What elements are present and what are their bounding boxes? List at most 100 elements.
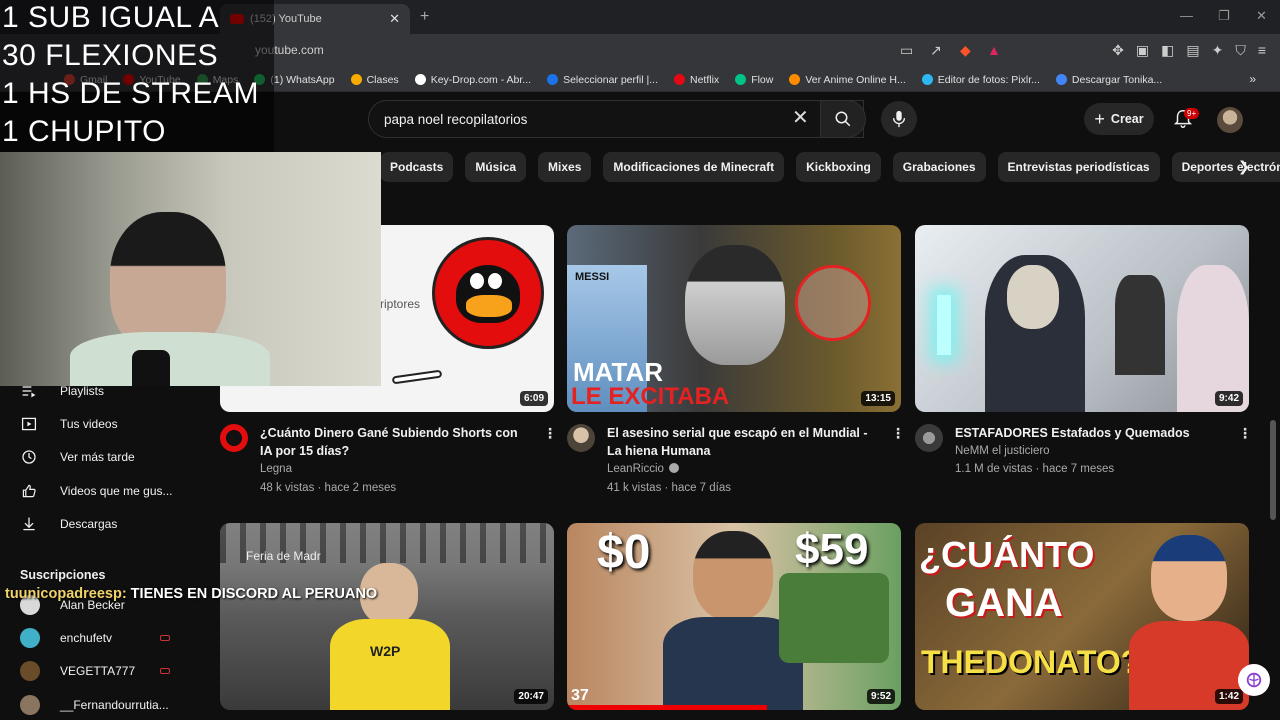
reader-mode-icon[interactable]: ▣: [1136, 42, 1149, 59]
voice-search-button[interactable]: [881, 101, 917, 137]
channel-avatar[interactable]: [567, 424, 595, 452]
sidebar-item[interactable]: Videos que me gus...: [20, 481, 173, 501]
filter-chip[interactable]: Kickboxing: [796, 152, 881, 182]
plus-icon: +: [1094, 108, 1105, 129]
page-scrollbar[interactable]: [1270, 420, 1276, 520]
bookmark-item[interactable]: Editor de fotos: Pixlr...: [921, 73, 1040, 86]
filter-chips-bar: Podcasts Música Mixes Modificaciones de Min…: [380, 152, 1280, 182]
channel-avatar[interactable]: [220, 424, 248, 452]
thumb-6-line-2: GANA: [945, 581, 1063, 625]
sidebar-item-label: Playlists: [60, 384, 105, 398]
menu-icon[interactable]: ≡: [1258, 42, 1266, 59]
ai-assistant-icon[interactable]: ✦: [1212, 42, 1224, 59]
filter-chip[interactable]: Podcasts: [380, 152, 454, 182]
subscription-item[interactable]: __Fernandourrutia...: [20, 694, 169, 716]
channel-name[interactable]: Legna: [260, 463, 292, 475]
bookmark-label: Editor de fotos: Pixlr...: [937, 73, 1040, 86]
filter-chip[interactable]: Entrevistas periodísticas: [997, 152, 1160, 182]
bookmark-label: Netflix: [690, 73, 720, 86]
live-indicator-icon: [160, 668, 170, 674]
video-channel[interactable]: NeMM el justiciero: [955, 442, 1050, 461]
extensions-icon[interactable]: ✥: [1112, 42, 1124, 59]
minimize-icon[interactable]: —: [1180, 8, 1193, 23]
brave-rewards-icon[interactable]: ▲: [987, 42, 1001, 58]
filter-chip[interactable]: Mixes: [538, 152, 592, 182]
subscription-item[interactable]: enchufetv: [20, 627, 112, 649]
create-label: Crear: [1110, 112, 1144, 126]
bookmark-item[interactable]: Seleccionar perfil |...: [547, 74, 658, 86]
sidebar-toggle-icon[interactable]: ◧: [1161, 42, 1174, 59]
search-icon: [835, 111, 851, 127]
filter-chip[interactable]: Modificaciones de Minecraft: [603, 152, 785, 182]
wallet-icon[interactable]: ▤: [1186, 42, 1199, 59]
new-tab-button[interactable]: +: [420, 8, 429, 26]
filter-chip[interactable]: Deportes electrónicos: [1171, 152, 1280, 182]
video-meta: 1.1 M de vistas · hace 7 meses: [955, 463, 1115, 475]
bookmark-favicon-icon: [414, 74, 426, 85]
stream-goal-overlay: 1 SUB IGUAL A 30 FLEXIONES 1 HS DE STREA…: [0, 0, 274, 152]
bookmark-item[interactable]: Descargar Tonika...: [1055, 74, 1162, 86]
overlay-line-2: 30 FLEXIONES: [2, 39, 219, 72]
filter-chip[interactable]: Música: [465, 152, 527, 182]
cast-icon[interactable]: ▭: [900, 42, 913, 59]
video-title[interactable]: ¿Cuánto Dinero Gané Subiendo Shorts con …: [260, 424, 530, 460]
overlay-line-1: 1 SUB IGUAL A: [2, 1, 220, 34]
account-avatar[interactable]: [1217, 107, 1243, 133]
bookmark-item[interactable]: Netflix: [674, 74, 719, 86]
video-title[interactable]: El asesino serial que escapó en el Mundi…: [607, 424, 877, 460]
channel-avatar[interactable]: [915, 424, 943, 452]
vpn-icon[interactable]: ⛉: [1235, 42, 1246, 59]
search-button[interactable]: [820, 100, 866, 138]
video-duration: 20:47: [514, 689, 548, 704]
video-thumbnail-3[interactable]: 9:42: [915, 225, 1249, 412]
video-thumbnail-4[interactable]: Feria de Madr W2P 20:47: [220, 523, 554, 710]
your-videos-icon: [20, 415, 38, 433]
share-icon[interactable]: ↗: [930, 42, 942, 59]
sidebar-item-label: Videos que me gus...: [60, 484, 173, 498]
tab-close-icon[interactable]: ✕: [389, 11, 400, 27]
thumb-6-line-3: THEDONATO?: [921, 644, 1141, 680]
bookmark-item[interactable]: Key-Drop.com - Abr...: [414, 74, 531, 86]
bookmark-favicon-icon: [1055, 74, 1067, 85]
bookmark-item[interactable]: Ver Anime Online H...: [789, 74, 906, 86]
more-options-icon[interactable]: ⋮: [543, 425, 557, 442]
filter-chip[interactable]: Grabaciones: [892, 152, 986, 182]
sidebar-item[interactable]: Tus videos: [20, 414, 118, 434]
maximize-icon[interactable]: ❐: [1218, 8, 1230, 24]
floating-app-icon[interactable]: [1238, 664, 1270, 696]
video-thumbnail-5[interactable]: $0 $59 37 9:52: [567, 523, 901, 710]
overlay-line-4: 1 CHUPITO: [2, 115, 166, 148]
subscription-item[interactable]: VEGETTA777: [20, 660, 135, 682]
bookmark-favicon-icon: [350, 74, 362, 85]
subscription-avatar: [20, 628, 40, 648]
search-input[interactable]: papa noel recopilatorios: [368, 100, 864, 138]
clear-search-icon[interactable]: ✕: [792, 108, 809, 128]
video-thumbnail-6[interactable]: ¿CUÁNTO GANA THEDONATO? 1:42: [915, 523, 1249, 710]
bookmark-item[interactable]: Flow: [735, 74, 773, 86]
more-options-icon[interactable]: ⋮: [1238, 425, 1252, 442]
sidebar-item[interactable]: Ver más tarde: [20, 447, 135, 467]
thumb-2-line-2: LE EXCITABA: [571, 383, 730, 410]
video-thumbnail-2[interactable]: MESSI MATAR LE EXCITABA 13:15: [567, 225, 901, 412]
channel-name[interactable]: LeanRiccio: [607, 463, 664, 475]
thumb-4-sign: Feria de Madr: [246, 549, 321, 563]
video-duration: 9:52: [866, 689, 895, 704]
channel-name[interactable]: NeMM el justiciero: [955, 445, 1050, 457]
thumbs-up-icon: [20, 482, 38, 500]
video-title[interactable]: ESTAFADORES Estafados y Quemados: [955, 424, 1225, 442]
video-duration: 6:09: [519, 391, 548, 406]
brave-shield-icon[interactable]: ◆: [960, 42, 971, 59]
live-indicator-icon: [160, 635, 170, 641]
bookmark-item[interactable]: Clases: [350, 74, 399, 86]
create-button[interactable]: + Crear: [1084, 103, 1154, 135]
video-duration: 1:42: [1214, 689, 1243, 704]
sidebar-item[interactable]: Descargas: [20, 514, 117, 534]
bookmarks-more-icon[interactable]: »: [1249, 72, 1256, 86]
chevron-right-icon[interactable]: ❯: [1238, 158, 1250, 175]
subscriptions-header: Suscripciones: [20, 568, 106, 582]
thumb-4-shirt: W2P: [370, 643, 401, 659]
window-close-icon[interactable]: ✕: [1256, 8, 1267, 24]
video-channel[interactable]: Legna: [260, 460, 292, 479]
more-options-icon[interactable]: ⋮: [891, 425, 905, 442]
video-channel[interactable]: LeanRiccio: [607, 460, 679, 479]
